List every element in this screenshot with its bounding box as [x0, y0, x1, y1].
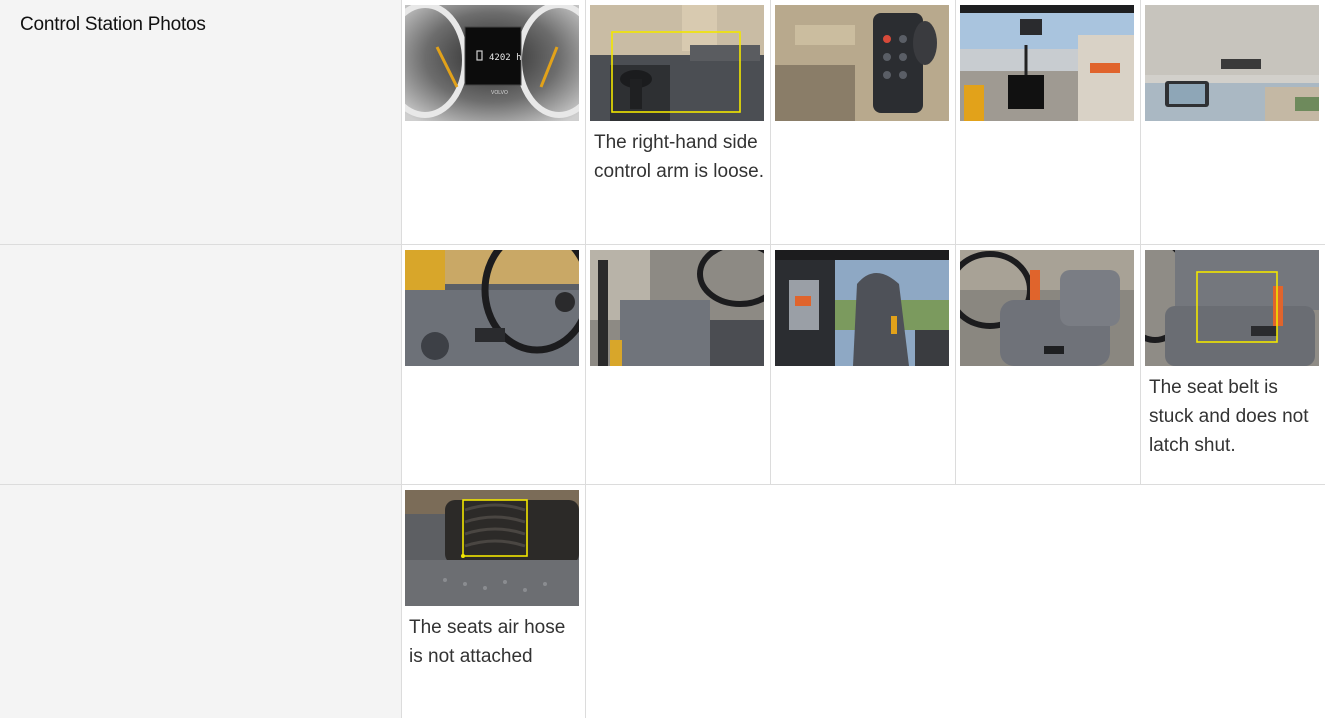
photo-cell — [957, 0, 1141, 244]
photo-cell — [957, 245, 1141, 485]
right-hand-control-arm-photo[interactable] — [590, 5, 764, 121]
photo-cell — [772, 245, 956, 485]
photo-cell — [772, 0, 956, 244]
photo-cell: The seats air hose is not attached — [402, 485, 586, 718]
photo-cell: 4202 h VOLVO — [402, 0, 586, 244]
photo-row-1: Control Station Photos 4202 h VOLVO The … — [0, 0, 1325, 244]
cab-ceiling-mirrors-photo[interactable] — [1145, 5, 1319, 121]
cab-monitor-photo[interactable] — [960, 5, 1134, 121]
seat-belt-photo[interactable] — [1145, 250, 1319, 366]
seat-air-hose-photo[interactable] — [405, 490, 579, 606]
brand-logo-text: VOLVO — [491, 90, 508, 96]
section-title: Control Station Photos — [20, 14, 206, 35]
photo-row-2: The seat belt is stuck and does not latc… — [0, 244, 1325, 485]
photo-cell — [1142, 0, 1325, 244]
section-label-cell — [0, 245, 402, 485]
section-label-cell: Control Station Photos — [0, 0, 402, 244]
photo-cell: The right-hand side control arm is loose… — [587, 0, 771, 244]
control-panel-photo[interactable] — [775, 5, 949, 121]
photo-caption: The seat belt is stuck and does not latc… — [1149, 377, 1309, 456]
steering-wheel-dash-photo[interactable] — [405, 250, 579, 366]
photo-cell — [402, 245, 586, 485]
hour-meter-text: 4202 h — [489, 53, 522, 63]
photo-caption: The seats air hose is not attached — [409, 617, 566, 667]
section-label-cell — [0, 485, 402, 718]
photo-cell: The seat belt is stuck and does not latc… — [1142, 245, 1325, 485]
photo-row-3: The seats air hose is not attached — [0, 484, 1325, 718]
photo-caption: The right-hand side control arm is loose… — [594, 132, 765, 182]
seat-side-photo[interactable] — [960, 250, 1134, 366]
photo-cell — [587, 245, 771, 485]
operator-seat-photo[interactable] — [775, 250, 949, 366]
dashboard-hour-meter-photo[interactable]: 4202 h VOLVO — [405, 5, 579, 121]
steering-column-photo[interactable] — [590, 250, 764, 366]
